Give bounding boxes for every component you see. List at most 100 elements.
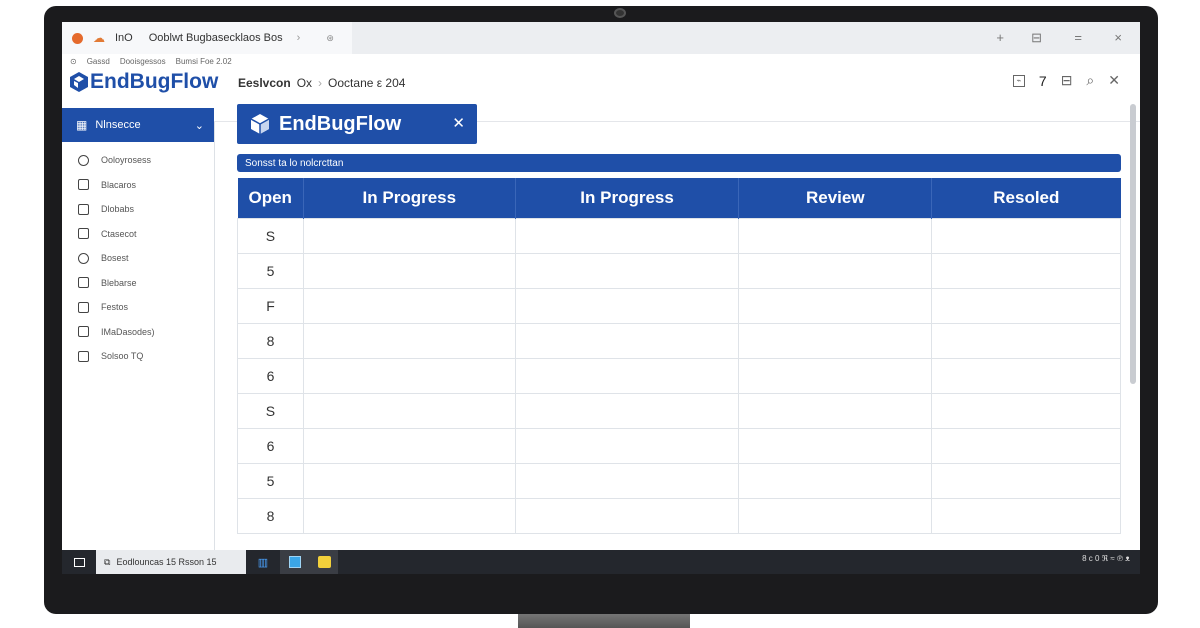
table-row[interactable]: 8 (237, 497, 1121, 534)
sidebar-item[interactable]: Ctasecot (62, 222, 214, 247)
table-cell[interactable] (302, 357, 516, 394)
close-window-icon[interactable]: × (1114, 30, 1122, 45)
sidebar: ▦ Nlnsecce ⌄ Ooloyrosess Blacaros Dlobab… (62, 108, 215, 550)
restore-icon[interactable]: ⊟ (1031, 30, 1042, 46)
table-cell[interactable] (931, 322, 1121, 359)
table-cell[interactable] (931, 357, 1121, 394)
taskbar-app-button[interactable] (310, 550, 338, 574)
table-row[interactable]: 6 (237, 357, 1121, 394)
table-cell[interactable] (514, 427, 740, 464)
table-cell[interactable] (514, 497, 740, 534)
taskbar: ⧉ Eodlouncas 15 Rsson 15 ▥ 8 c 0 ℜ ≈ ℗ ᴥ (62, 550, 1140, 574)
table-row[interactable]: 6 (237, 427, 1121, 464)
table-cell[interactable] (931, 497, 1121, 534)
table-cell[interactable] (931, 392, 1121, 429)
table-cell[interactable] (738, 427, 933, 464)
table-cell[interactable] (514, 217, 740, 254)
chevron-right-icon: › (296, 32, 301, 44)
breadcrumb-item[interactable]: Ox (297, 76, 312, 90)
breadcrumb-item[interactable]: Ooctane ε 204 (328, 76, 405, 90)
minimize-icon[interactable]: = (1074, 30, 1082, 45)
table-cell[interactable] (931, 252, 1121, 289)
table-cell[interactable] (302, 322, 516, 359)
tab-close-icon[interactable]: ⊛ (326, 33, 334, 44)
taskbar-window-button[interactable]: ⧉ Eodlouncas 15 Rsson 15 (96, 550, 246, 574)
sidebar-item[interactable]: IMaDasodes) (62, 320, 214, 345)
table-cell[interactable] (931, 462, 1121, 499)
table-cell[interactable] (302, 497, 516, 534)
breadcrumb-item[interactable]: Eeslvcon (238, 76, 291, 90)
close-icon[interactable]: ✕ (1108, 72, 1120, 89)
sidebar-item-label: Ooloyrosess (101, 155, 152, 166)
search-icon[interactable]: ⌕ (1086, 72, 1094, 89)
column-header[interactable]: Open (237, 178, 304, 218)
sidebar-item[interactable]: Dlobabs (62, 197, 214, 222)
table-cell[interactable] (514, 462, 740, 499)
sidebar-item[interactable]: Festos (62, 295, 214, 320)
sidebar-item[interactable]: Ooloyrosess (62, 148, 214, 173)
sidebar-header[interactable]: ▦ Nlnsecce ⌄ (62, 108, 214, 142)
table-cell[interactable] (738, 287, 933, 324)
table-cell[interactable] (931, 217, 1121, 254)
cube-icon (250, 114, 270, 134)
table-cell[interactable] (738, 252, 933, 289)
table-cell[interactable] (931, 287, 1121, 324)
table-cell[interactable] (514, 287, 740, 324)
filter-bar[interactable]: Sonsst ta lo nolcrcttan (237, 154, 1121, 172)
app-logo[interactable]: EndBugFlow (68, 70, 218, 94)
table-cell[interactable] (514, 357, 740, 394)
column-header[interactable]: In Progress (515, 178, 740, 218)
notification-icon[interactable]: ⌁ (1012, 74, 1025, 87)
sidebar-item-label: Bosest (101, 253, 129, 264)
taskbar-app-button[interactable] (280, 550, 310, 574)
table-row[interactable]: 8 (237, 322, 1121, 359)
table-cell[interactable] (302, 392, 516, 429)
table-cell[interactable] (514, 392, 740, 429)
table-cell[interactable] (738, 322, 933, 359)
table-row[interactable]: S (237, 217, 1121, 254)
sidebar-item[interactable]: Blacaros (62, 173, 214, 198)
column-header[interactable]: Review (738, 178, 933, 218)
inbox-icon[interactable]: ⊟ (1061, 72, 1073, 89)
table-cell[interactable] (931, 427, 1121, 464)
table-cell: S (237, 392, 304, 429)
address-bar[interactable]: ⊙ Gassd Dooisgessos Bumsi Foe 2.02 (62, 54, 1140, 68)
logo-text: EndBugFlow (90, 70, 219, 93)
grid-icon (78, 277, 89, 289)
list-icon (78, 326, 89, 338)
table-cell[interactable] (514, 252, 740, 289)
table-cell[interactable] (302, 462, 516, 499)
table-row[interactable]: S (237, 392, 1121, 429)
back-icon[interactable]: ⊙ (70, 57, 77, 66)
system-tray[interactable]: 8 c 0 ℜ ≈ ℗ ᴥ (1082, 554, 1130, 563)
table-cell[interactable] (302, 252, 516, 289)
sidebar-item-label: Festos (101, 302, 129, 313)
table-row[interactable]: F (237, 287, 1121, 324)
new-tab-icon[interactable]: + (996, 30, 1004, 45)
sidebar-item-label: Blacaros (101, 179, 137, 190)
table-cell[interactable] (738, 392, 933, 429)
table-cell[interactable] (514, 322, 740, 359)
sidebar-item[interactable]: Bosest (62, 246, 214, 271)
taskbar-app-button[interactable]: ▥ (246, 550, 280, 574)
table-cell: 8 (237, 322, 304, 359)
sidebar-item[interactable]: Solsoo TQ (62, 344, 214, 369)
close-icon[interactable]: ✕ (452, 114, 465, 132)
app-title: EndBugFlow (279, 112, 402, 135)
table-cell[interactable] (738, 217, 933, 254)
column-header[interactable]: Resoled (931, 178, 1121, 218)
table-cell[interactable] (302, 427, 516, 464)
column-header[interactable]: In Progress (303, 178, 516, 218)
table-cell[interactable] (302, 287, 516, 324)
table-cell[interactable] (738, 357, 933, 394)
table-row[interactable]: 5 (237, 462, 1121, 499)
scrollbar[interactable] (1130, 104, 1136, 384)
table-cell[interactable] (738, 497, 933, 534)
table-cell[interactable] (302, 217, 516, 254)
sidebar-item[interactable]: Blebarse (62, 271, 214, 296)
document-icon (78, 203, 89, 215)
start-button[interactable] (62, 550, 96, 574)
browser-tab[interactable]: ☁ InO Ooblwt Bugbasecklaos Bos › ⊛ (62, 22, 352, 54)
table-row[interactable]: 5 (237, 252, 1121, 289)
table-cell[interactable] (738, 462, 933, 499)
